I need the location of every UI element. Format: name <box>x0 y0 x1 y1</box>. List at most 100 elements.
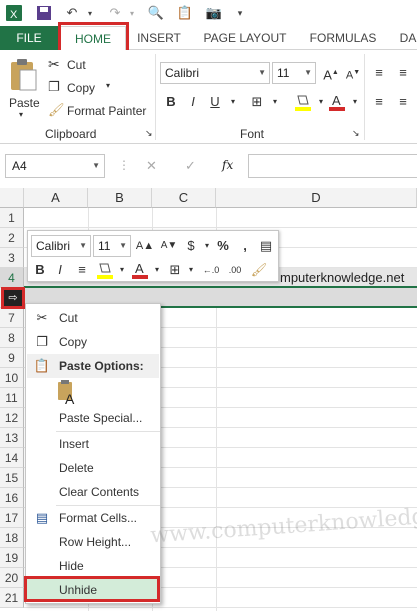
font-size-select[interactable]: 11 ▼ <box>272 62 316 84</box>
formula-input[interactable] <box>248 154 417 178</box>
mini-font-size-select[interactable]: 11 ▼ <box>93 235 131 257</box>
menu-item-format-cells[interactable]: ▤ Format Cells... <box>27 506 159 530</box>
cancel-icon[interactable]: ✕ <box>146 158 157 174</box>
tab-formulas[interactable]: FORMULAS <box>307 26 379 50</box>
shrink-font-icon[interactable]: A▼ <box>344 63 362 83</box>
mini-format-painter-icon[interactable]: 🖌 <box>250 260 268 280</box>
row-header[interactable]: 1 <box>0 208 24 228</box>
row-header[interactable]: 10 <box>0 368 24 388</box>
mini-fill-color-icon[interactable] <box>96 260 114 280</box>
row-header[interactable]: 7 <box>0 308 24 328</box>
row-header[interactable]: 12 <box>0 408 24 428</box>
row-resize-cursor-icon[interactable]: ⇨ <box>3 289 23 307</box>
mini-increase-decimal-icon[interactable]: ←.0 <box>200 260 222 280</box>
column-header-b[interactable]: B <box>88 188 152 208</box>
mini-format-table-icon[interactable]: ▤ <box>257 236 275 256</box>
mini-italic-button[interactable]: I <box>51 260 69 280</box>
mini-bold-button[interactable]: B <box>31 260 49 280</box>
font-family-select[interactable]: Calibri ▼ <box>160 62 270 84</box>
menu-item-insert[interactable]: Insert <box>27 432 159 456</box>
undo-icon[interactable]: ↶ <box>62 3 82 23</box>
format-painter-button[interactable]: 🖌 Format Painter <box>46 101 150 121</box>
row-header[interactable]: 2 <box>0 228 24 248</box>
row-header[interactable]: 21 <box>0 588 24 608</box>
mini-comma-button[interactable]: , <box>236 236 254 256</box>
cut-button[interactable]: ✂ Cut <box>46 55 136 75</box>
paste-special-icon[interactable]: 📋 <box>175 3 195 23</box>
clipboard-group-label: Clipboard <box>45 127 97 141</box>
redo-dropdown-icon[interactable]: ▾ <box>122 3 142 23</box>
mini-font-color-icon[interactable]: A <box>131 260 149 280</box>
row-header[interactable]: 13 <box>0 428 24 448</box>
underline-dropdown-icon[interactable]: ▾ <box>224 92 242 112</box>
name-box[interactable]: A4 ▼ <box>5 154 105 178</box>
font-color-icon[interactable]: A <box>328 92 346 112</box>
clipboard-launcher-icon[interactable]: ↘ <box>145 128 153 139</box>
mini-font-family-select[interactable]: Calibri ▼ <box>31 235 91 257</box>
mini-fill-dropdown-icon[interactable]: ▾ <box>113 260 131 280</box>
mini-borders-dropdown-icon[interactable]: ▾ <box>182 260 200 280</box>
undo-dropdown-icon[interactable]: ▾ <box>80 3 100 23</box>
column-header-d[interactable]: D <box>216 188 417 208</box>
menu-item-cut[interactable]: ✂ Cut <box>27 306 159 330</box>
menu-item-copy[interactable]: ❐ Copy <box>27 330 159 354</box>
row-header[interactable]: 14 <box>0 448 24 468</box>
font-group-label: Font <box>240 127 265 141</box>
print-preview-icon[interactable]: 🔍 <box>146 3 166 23</box>
enter-icon[interactable]: ✓ <box>185 158 196 174</box>
qat-more-icon[interactable]: ▾ <box>230 3 250 23</box>
menu-item-unhide[interactable]: Unhide <box>27 578 159 602</box>
select-all-corner[interactable] <box>0 188 24 208</box>
row-header[interactable]: 20 <box>0 568 24 588</box>
row-header[interactable]: 4 <box>0 268 24 288</box>
grow-font-icon[interactable]: A▲ <box>322 63 340 83</box>
menu-item-clear-contents[interactable]: Clear Contents <box>27 480 159 504</box>
row-header[interactable]: 3 <box>0 248 24 268</box>
menu-item-hide[interactable]: Hide <box>27 554 159 578</box>
underline-button[interactable]: U <box>206 92 224 112</box>
copy-button[interactable]: ❐ Copy ▾ <box>46 78 136 98</box>
row-header[interactable]: 19 <box>0 548 24 568</box>
italic-button[interactable]: I <box>184 92 202 112</box>
bold-button[interactable]: B <box>162 92 180 112</box>
font-launcher-icon[interactable]: ↘ <box>352 128 360 139</box>
borders-dropdown-icon[interactable]: ▾ <box>266 92 284 112</box>
mini-decrease-decimal-icon[interactable]: .00 <box>224 260 246 280</box>
row-header[interactable]: 16 <box>0 488 24 508</box>
tab-page-layout[interactable]: PAGE LAYOUT <box>200 26 290 50</box>
mini-percent-button[interactable]: % <box>214 236 232 256</box>
column-header-a[interactable]: A <box>24 188 88 208</box>
row-header[interactable]: 9 <box>0 348 24 368</box>
camera-icon[interactable]: 📷 <box>204 3 224 23</box>
insert-function-icon[interactable]: fx <box>222 158 233 172</box>
mini-shrink-font-button[interactable]: A▼ <box>158 236 180 256</box>
fill-color-icon[interactable] <box>294 92 312 112</box>
paste-button[interactable]: Paste ▾ <box>4 56 40 120</box>
borders-icon[interactable]: ⊞ <box>248 92 266 112</box>
column-header-c[interactable]: C <box>152 188 216 208</box>
row-header[interactable]: 15 <box>0 468 24 488</box>
menu-item-delete[interactable]: Delete <box>27 456 159 480</box>
font-color-dropdown-icon[interactable]: ▾ <box>346 92 364 112</box>
row-header[interactable]: 18 <box>0 528 24 548</box>
align-middle-icon[interactable]: ≡ <box>394 63 412 83</box>
menu-item-row-height[interactable]: Row Height... <box>27 530 159 554</box>
cell-d4-text[interactable]: mputerknowledge.net <box>280 270 404 285</box>
align-center-icon[interactable]: ≡ <box>394 92 412 112</box>
tab-home[interactable]: HOME <box>60 26 126 51</box>
row-header[interactable]: 11 <box>0 388 24 408</box>
mini-font-color-dropdown-icon[interactable]: ▾ <box>148 260 166 280</box>
align-left-icon[interactable]: ≡ <box>370 92 388 112</box>
tab-data[interactable]: DA <box>396 26 417 50</box>
row-header[interactable]: 17 <box>0 508 24 528</box>
paste-label: Paste <box>9 96 40 110</box>
save-icon[interactable] <box>34 3 54 23</box>
menu-item-paste-special[interactable]: Paste Special... <box>27 406 159 430</box>
align-top-icon[interactable]: ≡ <box>370 63 388 83</box>
mini-center-icon[interactable]: ≡ <box>73 260 91 280</box>
tab-file[interactable]: FILE <box>0 26 58 50</box>
mini-grow-font-button[interactable]: A▲ <box>134 236 156 256</box>
row-header[interactable]: 8 <box>0 328 24 348</box>
tab-insert[interactable]: INSERT <box>134 26 184 50</box>
paste-values-button[interactable]: A <box>56 380 80 407</box>
